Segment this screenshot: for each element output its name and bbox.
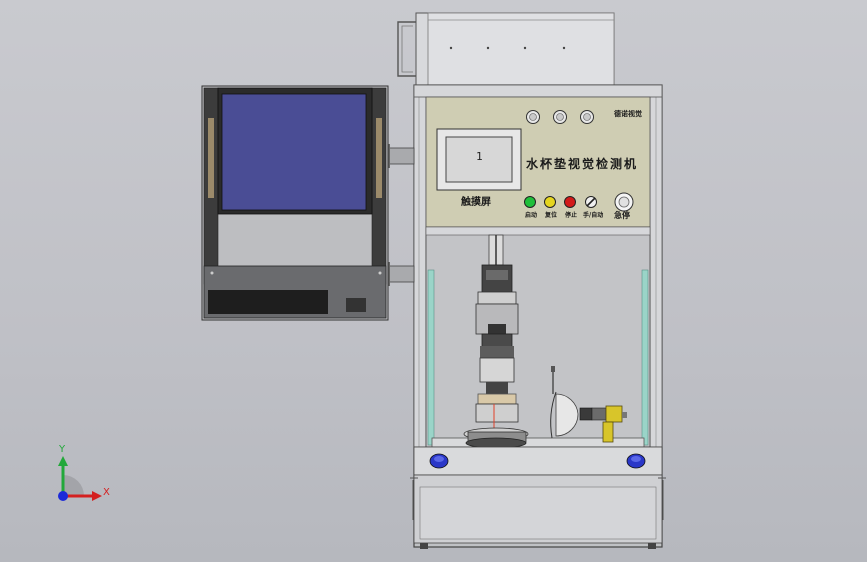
camera-column: [475, 234, 519, 440]
emergency-stop-label: 急停: [614, 210, 630, 220]
coordinate-triad: [58, 456, 102, 501]
top-electrical-box: [397, 12, 615, 86]
y-axis-label: Y: [59, 444, 66, 455]
monitor-frame: [201, 85, 389, 321]
panel-button-1[interactable]: [526, 110, 540, 124]
rotary-table: [463, 427, 529, 449]
touch-screen-label: 触摸屏: [461, 197, 491, 208]
emergency-stop-button[interactable]: [614, 192, 634, 212]
panel-button-2[interactable]: [553, 110, 567, 124]
cad-viewport[interactable]: [0, 0, 867, 562]
left-start-button[interactable]: [429, 453, 449, 469]
mode-switch-label: 手/自动: [583, 212, 604, 219]
panel-button-3[interactable]: [580, 110, 594, 124]
right-start-button[interactable]: [626, 453, 646, 469]
monitor-screen[interactable]: [221, 93, 367, 211]
stop-lamp[interactable]: [564, 196, 576, 208]
brand-label: 德诺视觉: [614, 109, 642, 118]
machine-title: 水杯垫视觉检测机: [526, 157, 639, 171]
reset-lamp-label: 复位: [545, 212, 558, 219]
mode-switch[interactable]: [585, 196, 597, 208]
reset-lamp[interactable]: [544, 196, 556, 208]
start-lamp-label: 启动: [525, 212, 538, 219]
stop-lamp-label: 停止: [565, 212, 578, 219]
x-axis-label: X: [103, 487, 110, 498]
top-buttons[interactable]: [526, 110, 594, 124]
touch-screen-digit: 1: [476, 150, 483, 163]
start-lamp[interactable]: [524, 196, 536, 208]
